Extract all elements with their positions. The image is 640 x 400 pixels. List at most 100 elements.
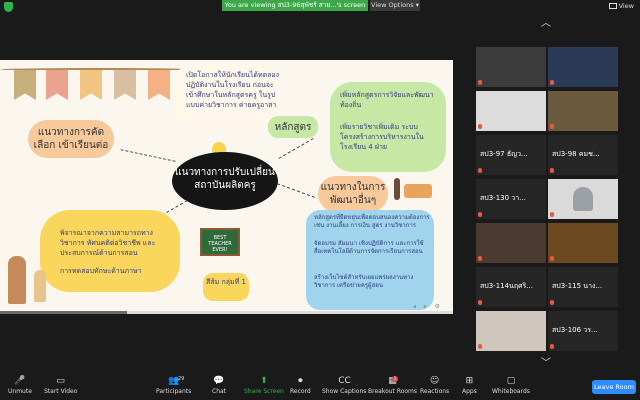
muted-mic-icon [550, 80, 554, 85]
muted-mic-icon [550, 300, 554, 305]
breakout-rooms-button[interactable]: ▦1Breakout Rooms [368, 376, 417, 395]
participant-name: สป3-130 วา... [480, 194, 526, 202]
muted-mic-icon [478, 300, 482, 305]
curriculum-title: หลักสูตร [274, 122, 312, 133]
meeting-toolbar: 🎤 Unmute ▭ Start Video 👥 Participants 29 💬 Ch… [0, 374, 640, 400]
participant-tile[interactable]: สป3-106 วร... [548, 311, 618, 351]
security-shield-icon[interactable] [4, 2, 13, 12]
leave-room-button[interactable]: Leave Room [592, 380, 636, 394]
muted-mic-icon [550, 212, 554, 217]
develop-title: แนวทางในการ พัฒนาอื่นๆ [320, 182, 386, 206]
bunting-decoration [0, 60, 200, 106]
bunting-flag [114, 70, 136, 100]
muted-mic-icon [550, 344, 554, 349]
zoom-window: You are viewing สป3-96สุพัชร์ สาย...'s s… [0, 0, 640, 400]
whiteboards-label: Whiteboards [492, 388, 530, 395]
scroll-up-chevron-icon[interactable]: ︿ [540, 19, 552, 29]
student-illustration [34, 270, 46, 302]
participant-tile[interactable]: สป3-114นฤศริ... [476, 267, 546, 307]
selection-title: แนวทางการคัดเลือก เข้าเรียนต่อ [33, 127, 109, 151]
participant-tile[interactable]: สป3-115 นาง... [548, 267, 618, 307]
apps-icon: ⊞ [465, 376, 474, 386]
captions-icon: CC [338, 376, 351, 386]
chat-icon: 💬 [213, 376, 225, 386]
whiteboards-button[interactable]: ▢ Whiteboards [492, 376, 530, 395]
apps-button[interactable]: ⊞ Apps [462, 376, 477, 395]
grid-view-icon [608, 3, 617, 9]
apps-label: Apps [462, 388, 477, 395]
reactions-button[interactable]: ☺ Reactions [420, 376, 449, 395]
connector-arrow [278, 138, 314, 159]
show-captions-button[interactable]: CC Show Captions [322, 376, 366, 395]
whiteboard-icon: ▢ [506, 376, 516, 386]
notification-badge: 1 [392, 376, 398, 382]
muted-mic-icon [478, 212, 482, 217]
group-tag: สีส้ม กลุ่มที่ 1 [203, 273, 249, 301]
center-title: แนวทางการปรับเปลี่ยน สถาบันผลิตครู [175, 167, 275, 191]
participant-tile[interactable] [548, 179, 618, 219]
participant-name: สป3-115 นาง... [552, 282, 603, 290]
camp-text: เปิดโอกาสให้นักเรียนได้ทดลองปฏิบัติงานใน… [186, 71, 280, 109]
share-screen-label: Share Screen [244, 388, 284, 395]
selection-point-1: พิจารณาจากความสามารถทางวิชาการ ทัศนคติต่… [60, 229, 156, 257]
muted-mic-icon [478, 344, 482, 349]
participant-tile[interactable] [476, 47, 546, 87]
teacher-illustration [8, 256, 26, 304]
participant-tile[interactable] [548, 91, 618, 131]
participant-name: สป3-114นฤศริ... [480, 282, 533, 290]
participant-tile[interactable]: สป3-130 วา... [476, 179, 546, 219]
muted-mic-icon [478, 124, 482, 129]
participants-label: Participants [156, 388, 192, 395]
participants-button[interactable]: 👥 Participants 29 [156, 376, 191, 395]
bunting-flag [14, 70, 36, 100]
connector-arrow [120, 149, 176, 162]
breakout-rooms-label: Breakout Rooms [368, 388, 418, 395]
participant-tile[interactable] [476, 311, 546, 351]
curriculum-point-1: เพิ่มหลักสูตรการวิจัยและพัฒนาท้องถิ่น [340, 91, 434, 109]
scroll-down-chevron-icon[interactable]: ﹀ [540, 359, 552, 369]
participant-tile[interactable]: สป3-97 ธัญว... [476, 135, 546, 175]
chat-button[interactable]: 💬 Chat [212, 376, 226, 395]
selection-point-2: การทดสอบทักษะด้านภาษา [60, 267, 142, 275]
participant-tile[interactable] [476, 91, 546, 131]
participants-count: 29 [178, 376, 185, 382]
participant-tile[interactable] [476, 223, 546, 263]
record-label: Record [290, 388, 311, 395]
participant-tile[interactable] [548, 223, 618, 263]
develop-point-2: จัดอบรม สัมมนา เชิงปฏิบัติการ และการใช้ส… [314, 240, 424, 255]
share-screen-button[interactable]: ⬆ Share Screen [244, 376, 284, 395]
reactions-label: Reactions [420, 388, 450, 395]
unmute-button[interactable]: 🎤 Unmute [8, 376, 32, 395]
develop-point-3: สร้างเว็บไซต์สำหรับเผยแพร่ผลงานทางวิชากา… [314, 274, 414, 289]
show-captions-label: Show Captions [322, 388, 367, 395]
video-off-icon: ▭ [56, 376, 65, 386]
view-label: View [618, 2, 634, 10]
share-screen-icon: ⬆ [260, 376, 268, 386]
record-icon: ⏺ [298, 376, 303, 386]
develop-point-1: หลักสูตรที่ยืดหยุ่นเพื่อตอบสนองความต้องก… [314, 214, 430, 229]
chat-label: Chat [212, 388, 227, 395]
participant-tile[interactable]: สป3-98 คมช... [548, 135, 618, 175]
reactions-icon: ☺ [429, 376, 440, 386]
slide-progress-fill [0, 311, 127, 314]
shared-screen[interactable]: เปิดโอกาสให้นักเรียนได้ทดลองปฏิบัติงานใน… [0, 60, 453, 314]
muted-mic-icon [550, 168, 554, 173]
view-options-button[interactable]: View Options ▾ [370, 0, 420, 11]
view-options-label: View Options [371, 1, 414, 9]
group-tag-text: สีส้ม กลุ่มที่ 1 [206, 278, 246, 286]
participant-name: สป3-106 วร... [552, 326, 598, 334]
slide-controls[interactable]: ◂ ▸ ⚙ [413, 303, 443, 310]
microphone-muted-icon: 🎤 [14, 376, 26, 386]
participant-tile[interactable] [548, 47, 618, 87]
best-teacher-board: BEST TEACHER EVER! [200, 228, 240, 256]
people-illustration [404, 184, 432, 198]
people-illustration [394, 178, 400, 200]
view-button[interactable]: View [608, 2, 634, 10]
muted-mic-icon [478, 80, 482, 85]
record-button[interactable]: ⏺ Record [290, 376, 311, 395]
center-topic: แนวทางการปรับเปลี่ยน สถาบันผลิตครู [172, 152, 278, 210]
start-video-button[interactable]: ▭ Start Video [44, 376, 77, 395]
bunting-flag [80, 70, 102, 100]
board-text: BEST TEACHER EVER! [208, 235, 232, 253]
bunting-flag [46, 70, 68, 100]
